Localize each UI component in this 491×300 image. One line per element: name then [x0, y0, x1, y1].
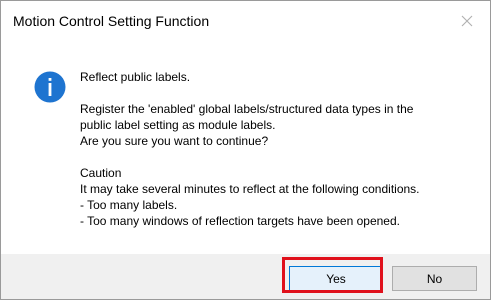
button-bar: Yes No: [1, 254, 490, 299]
message-line: Are you sure you want to continue?: [80, 134, 269, 148]
yes-button-label: Yes: [326, 272, 346, 286]
message-line: Register the 'enabled' global labels/str…: [80, 102, 414, 116]
dialog-window: Motion Control Setting Function Reflect …: [0, 0, 491, 300]
caution-heading: Caution: [80, 166, 122, 180]
close-icon: [461, 15, 473, 27]
info-icon: [34, 71, 66, 103]
message-line: - Too many labels.: [80, 198, 178, 212]
no-button-label: No: [426, 272, 443, 286]
title-bar[interactable]: Motion Control Setting Function: [1, 1, 490, 41]
close-button[interactable]: [444, 1, 490, 41]
message-line: It may take several minutes to reflect a…: [80, 182, 420, 196]
message-text: Reflect public labels. Register the 'ena…: [80, 69, 480, 229]
yes-button[interactable]: Yes: [289, 266, 383, 291]
message-line: - Too many windows of reflection targets…: [80, 214, 400, 228]
no-button[interactable]: No: [392, 266, 477, 291]
message-line: Reflect public labels.: [80, 70, 191, 84]
window-title: Motion Control Setting Function: [13, 13, 210, 29]
message-line: public label setting as module labels.: [80, 118, 276, 132]
